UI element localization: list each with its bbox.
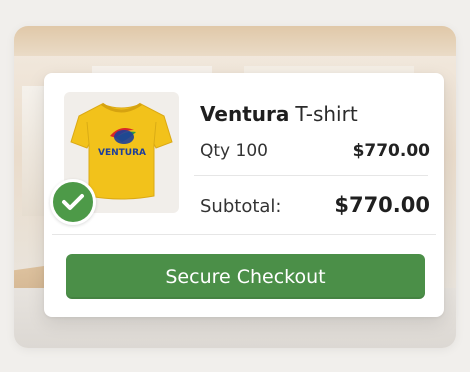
divider: [52, 234, 436, 235]
product-title: Ventura T-shirt: [200, 102, 358, 126]
quantity-text: Qty 100: [200, 141, 268, 161]
checkout-card: VENTURA Ventura T-shirt Qty 100 $770.00 S…: [44, 73, 444, 317]
subtotal-value: $770.00: [334, 193, 430, 217]
product-brand: Ventura: [200, 102, 290, 126]
logo-text: VENTURA: [98, 148, 146, 158]
secure-checkout-button[interactable]: Secure Checkout: [66, 254, 425, 299]
line-price: $770.00: [352, 141, 430, 161]
divider: [194, 175, 428, 176]
check-badge: [50, 179, 96, 225]
subtotal-label: Subtotal:: [200, 196, 282, 217]
product-kind: T-shirt: [295, 102, 358, 126]
check-icon: [62, 194, 84, 210]
